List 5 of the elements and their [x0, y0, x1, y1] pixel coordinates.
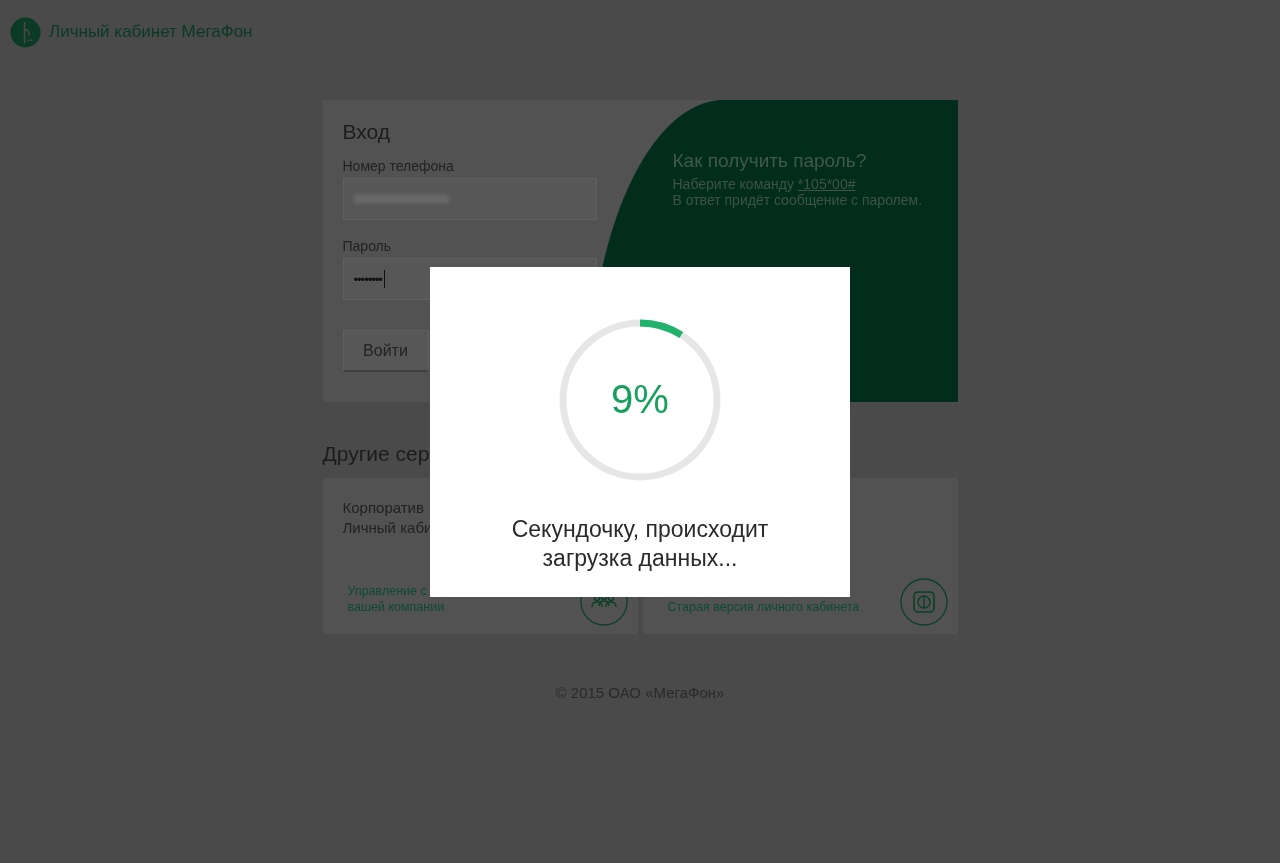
help-heading: Как получить пароль?: [672, 150, 868, 172]
progress-percent: 9%: [611, 377, 669, 421]
help-text: Наберите команду: [672, 176, 795, 192]
help-text: В ответ придёт сообщение с паролем.: [672, 192, 924, 208]
loading-message: Секундочку, происходит загрузка данных...: [510, 515, 770, 573]
